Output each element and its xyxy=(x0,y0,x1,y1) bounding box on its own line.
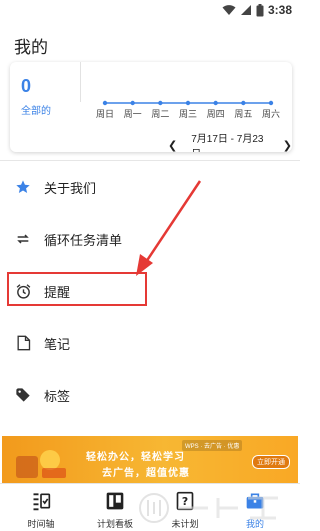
nav-item-mine[interactable]: 我的 xyxy=(220,484,290,531)
svg-text:?: ? xyxy=(182,495,188,508)
bottom-navigation: 时间轴 计划看板 ? 未计划 我的 xyxy=(0,483,300,531)
menu-item-about-us[interactable]: 关于我们 xyxy=(0,161,300,213)
day-labels: 周日 周一 周二 周三 周四 周五 周六 xyxy=(86,107,286,121)
nav-item-plan-board[interactable]: 计划看板 xyxy=(80,484,150,531)
app-bar: 我的 xyxy=(0,22,300,66)
week-range-label: 7月17日 - 7月23日 xyxy=(191,134,264,152)
day-label: 周三 xyxy=(178,109,198,119)
ad-banner[interactable]: WPS · 去广告 · 优惠 轻松办公，轻松学习 去广告，超值优惠 立即开通 xyxy=(2,436,298,483)
previous-week-button[interactable]: ❮ xyxy=(168,139,177,152)
annotation-highlight-box xyxy=(7,272,147,306)
ad-source-label: WPS · 去广告 · 优惠 xyxy=(182,440,243,451)
status-time: 3:38 xyxy=(267,3,292,17)
menu-item-label: 关于我们 xyxy=(44,180,97,196)
signal-icon xyxy=(240,5,251,15)
menu-item-recurring-tasks[interactable]: 循环任务清单 xyxy=(0,213,300,265)
day-label: 周二 xyxy=(151,109,170,119)
menu-item-notes[interactable]: 笔记 xyxy=(0,317,300,369)
day-label: 周四 xyxy=(206,109,225,119)
ad-illustration xyxy=(16,450,66,478)
nav-label: 时间轴 xyxy=(27,519,55,529)
battery-icon xyxy=(256,3,264,16)
nav-label: 未计划 xyxy=(171,519,199,529)
unplanned-icon: ? xyxy=(175,491,195,516)
menu-item-label: 循环任务清单 xyxy=(44,232,123,248)
status-icons: 3:38 xyxy=(222,3,292,17)
next-week-button[interactable]: ❯ xyxy=(283,139,292,152)
day-label: 周五 xyxy=(234,109,253,119)
menu-item-tags[interactable]: 标签 xyxy=(0,369,300,421)
ad-cta-button[interactable]: 立即开通 xyxy=(252,455,290,469)
tag-icon xyxy=(14,386,32,404)
chart-point xyxy=(130,100,135,106)
wifi-icon xyxy=(222,5,236,15)
menu-item-label: 笔记 xyxy=(44,336,71,352)
chart-point xyxy=(102,100,108,106)
stats-divider xyxy=(80,62,81,102)
chart-point xyxy=(213,100,218,106)
ad-headline: 轻松办公，轻松学习 xyxy=(86,452,185,463)
total-task-label: 全部的 xyxy=(21,106,51,117)
chart-point xyxy=(158,100,163,106)
nav-item-unplanned[interactable]: ? 未计划 xyxy=(150,484,220,531)
chart-point xyxy=(185,100,191,106)
kanban-icon xyxy=(105,491,125,516)
week-selector: ❮ 7月17日 - 7月23日 ❯ xyxy=(168,130,292,152)
repeat-icon xyxy=(14,230,32,248)
day-label: 周日 xyxy=(95,109,115,119)
chart-point xyxy=(268,100,274,106)
day-label: 周一 xyxy=(123,109,142,119)
day-label: 周六 xyxy=(261,109,281,119)
nav-label: 计划看板 xyxy=(96,519,133,529)
total-task-count: 0 xyxy=(21,76,32,96)
weekly-stats-card: 0 全部的 周日周一周二周三周四周五周六 ❮ 7月17日 - 7月23日 ❯ xyxy=(10,62,292,152)
status-bar: 3:38 xyxy=(0,0,300,22)
ad-subline: 去广告，超值优惠 xyxy=(102,468,190,479)
menu-item-label: 标签 xyxy=(44,388,71,404)
briefcase-icon xyxy=(245,491,265,516)
nav-label: 我的 xyxy=(245,519,264,529)
page-title: 我的 xyxy=(14,38,48,57)
chart-point xyxy=(241,100,246,106)
nav-item-timeline[interactable]: 时间轴 xyxy=(6,484,76,531)
star-icon xyxy=(14,178,32,196)
note-icon xyxy=(14,334,32,352)
timeline-icon xyxy=(31,491,51,516)
